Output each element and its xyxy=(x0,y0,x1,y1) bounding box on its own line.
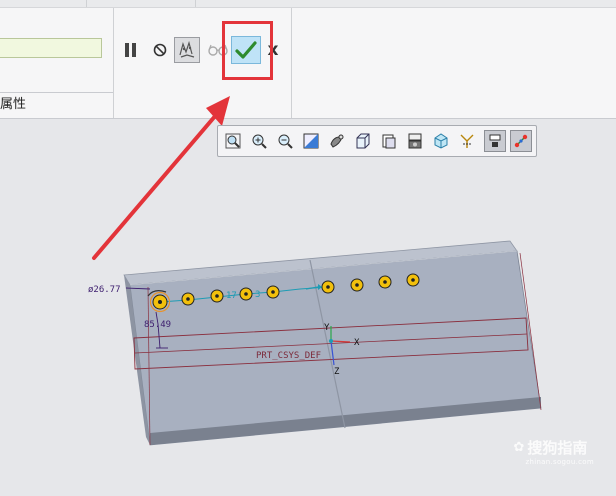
graphics-window[interactable]: ø26.77 85.49 17 3 Y X Z PRT_CSYS_DEF xyxy=(0,0,616,496)
zoom-out-icon xyxy=(278,134,293,149)
repaint-icon xyxy=(303,133,319,149)
refit-button[interactable] xyxy=(222,130,244,152)
view-manager-icon xyxy=(382,134,396,149)
point-display-button[interactable] xyxy=(510,130,532,152)
view-manager-button[interactable] xyxy=(378,130,400,152)
perspective-view-button[interactable] xyxy=(404,130,426,152)
annotation-arrow xyxy=(92,96,230,260)
datum-display-icon xyxy=(460,134,474,148)
repaint-button[interactable] xyxy=(300,130,322,152)
diameter-dimension: ø26.77 xyxy=(88,285,121,295)
watermark: ✿ 搜狗指南 zhinan.sogou.com xyxy=(513,437,594,466)
saved-orientation-icon xyxy=(356,133,370,149)
zoom-in-button[interactable] xyxy=(248,130,270,152)
datum-display-button[interactable] xyxy=(456,130,478,152)
axis-x-label: X xyxy=(354,338,360,348)
watermark-logo-text: 搜狗指南 xyxy=(527,439,588,457)
view-toolbar xyxy=(217,125,537,157)
plate-part[interactable] xyxy=(123,240,542,446)
pattern-dimension: 3 xyxy=(255,290,260,300)
annotation-display-button[interactable] xyxy=(484,130,506,152)
point-display-icon xyxy=(514,134,528,148)
zoom-out-button[interactable] xyxy=(274,130,296,152)
offset-dimension: 85.49 xyxy=(144,320,171,330)
csys-label: PRT_CSYS_DEF xyxy=(256,351,321,361)
watermark-url: zhinan.sogou.com xyxy=(525,458,594,466)
display-style-button[interactable] xyxy=(326,130,348,152)
saved-orientation-button[interactable] xyxy=(352,130,374,152)
paw-icon: ✿ xyxy=(513,440,525,455)
axis-y-label: Y xyxy=(324,323,330,333)
display-style-icon xyxy=(330,134,344,148)
refit-icon xyxy=(225,133,241,149)
spin-center-button[interactable] xyxy=(430,130,452,152)
zoom-in-icon xyxy=(252,134,267,149)
annotation-display-icon xyxy=(489,134,501,147)
spin-center-icon xyxy=(434,133,448,149)
pattern-dimension: 17 xyxy=(226,291,237,301)
perspective-view-icon xyxy=(408,133,422,149)
watermark-logo: ✿ 搜狗指南 xyxy=(513,437,594,458)
axis-z-label: Z xyxy=(334,367,340,377)
